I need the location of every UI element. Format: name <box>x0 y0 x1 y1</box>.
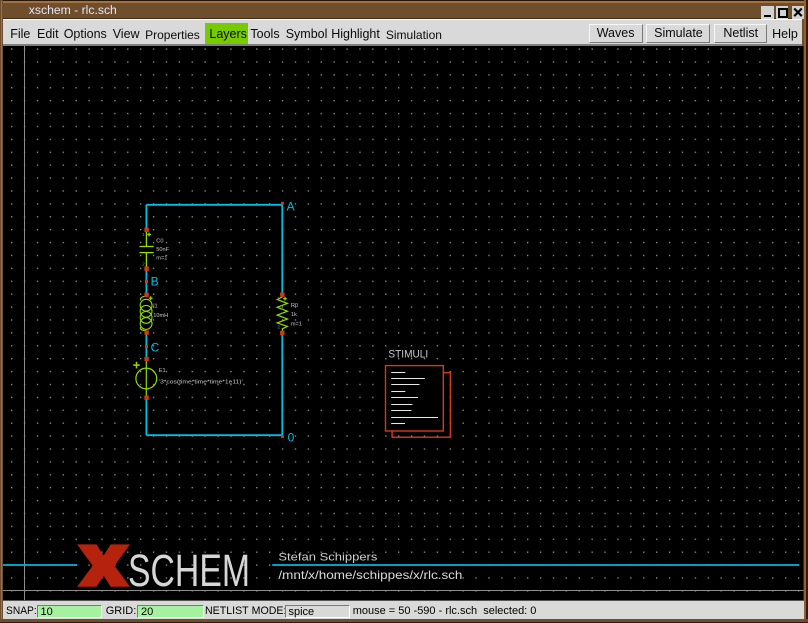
svg-text:R0: R0 <box>291 303 298 309</box>
svg-text:m=1: m=1 <box>291 322 302 328</box>
svg-text:A: A <box>287 200 295 214</box>
svg-text:E1: E1 <box>159 368 166 374</box>
svg-text:10mH: 10mH <box>153 313 168 319</box>
svg-text:C0: C0 <box>156 238 163 244</box>
svg-text:B: B <box>151 275 159 289</box>
svg-text:Stefan Schippers: Stefan Schippers <box>278 552 378 564</box>
svg-text:C: C <box>151 340 160 354</box>
svg-text:/mnt/x/home/schippes/x/rlc.sch: /mnt/x/home/schippes/x/rlc.sch <box>278 568 462 582</box>
svg-text:50nF: 50nF <box>156 247 169 253</box>
svg-text:SCHEM: SCHEM <box>128 545 250 596</box>
svg-text:l1: l1 <box>153 303 157 309</box>
svg-text:'3*cos(time*time*time*1e11)': '3*cos(time*time*time*1e11)' <box>159 379 243 385</box>
svg-text:1k: 1k <box>291 312 297 318</box>
svg-text:m=1: m=1 <box>156 255 167 261</box>
svg-text:STIMULI: STIMULI <box>388 349 428 361</box>
svg-text:0: 0 <box>288 431 295 445</box>
